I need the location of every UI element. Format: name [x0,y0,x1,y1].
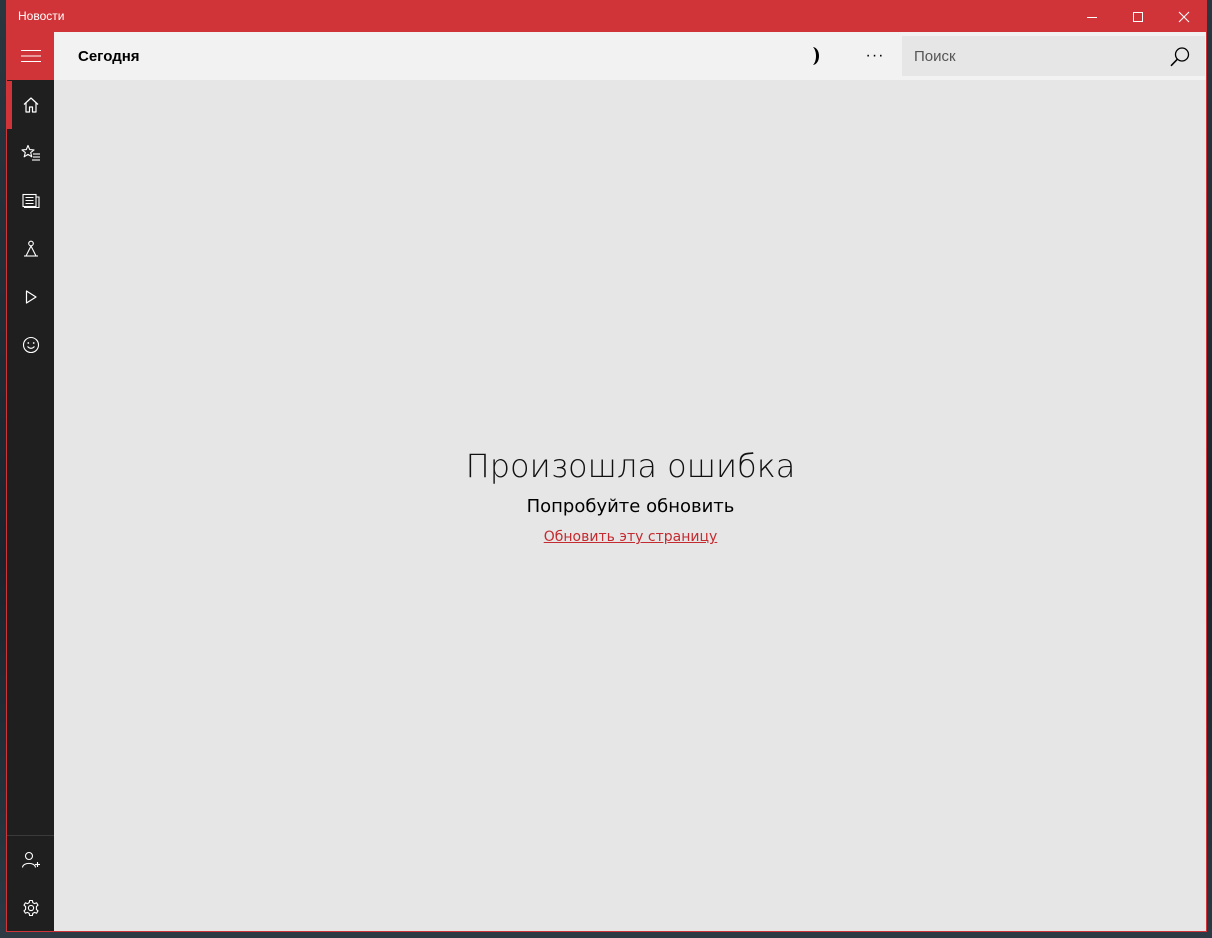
close-icon [1178,11,1190,22]
maximize-icon [1133,11,1143,22]
search-input[interactable] [902,36,1162,76]
home-icon [23,97,38,113]
main-content: Произошла ошибка Попробуйте обновить Обн… [54,80,1206,931]
error-title: Произошла ошибка [465,447,796,485]
sidebar-item-account[interactable] [7,836,54,884]
refresh-page-link[interactable]: Обновить эту страницу [544,529,718,545]
page-title: Сегодня [78,48,140,65]
video-icon [25,290,37,304]
maximize-button[interactable] [1115,1,1161,32]
sidebar-item-home[interactable] [7,81,54,129]
minimize-icon [1087,16,1097,18]
search-box [902,36,1205,76]
moon-icon [813,47,819,65]
news-icon [21,193,40,209]
search-icon [1170,47,1190,67]
sidebar-item-entertainment[interactable] [7,321,54,369]
window-title: Новости [18,9,65,23]
sidebar-item-news[interactable] [7,177,54,225]
emoji-icon [22,336,39,354]
active-indicator [7,81,12,129]
title-bar[interactable]: Новости [7,1,1206,32]
close-button[interactable] [1161,1,1206,32]
sidebar-item-video[interactable] [7,273,54,321]
sidebar [7,32,54,931]
top-bar: Сегодня ··· [54,32,1206,80]
error-subtitle: Попробуйте обновить [526,496,735,517]
add-account-icon [21,851,40,868]
settings-icon [22,899,39,917]
more-options-button[interactable]: ··· [860,44,890,68]
error-message-block: Произошла ошибка Попробуйте обновить Обн… [54,445,1206,546]
hamburger-icon [20,50,41,62]
sidebar-item-local[interactable] [7,225,54,273]
sidebar-item-settings[interactable] [7,884,54,931]
search-button[interactable] [1167,44,1193,70]
news-app-window: Новости Сегодня ··· Поиск Произошла ошиб… [6,0,1207,932]
hamburger-button[interactable] [7,32,54,80]
local-icon [23,240,38,257]
night-mode-button[interactable] [804,44,828,68]
favorites-icon [20,144,40,161]
sidebar-item-favorites[interactable] [7,129,54,177]
minimize-button[interactable] [1069,1,1115,32]
